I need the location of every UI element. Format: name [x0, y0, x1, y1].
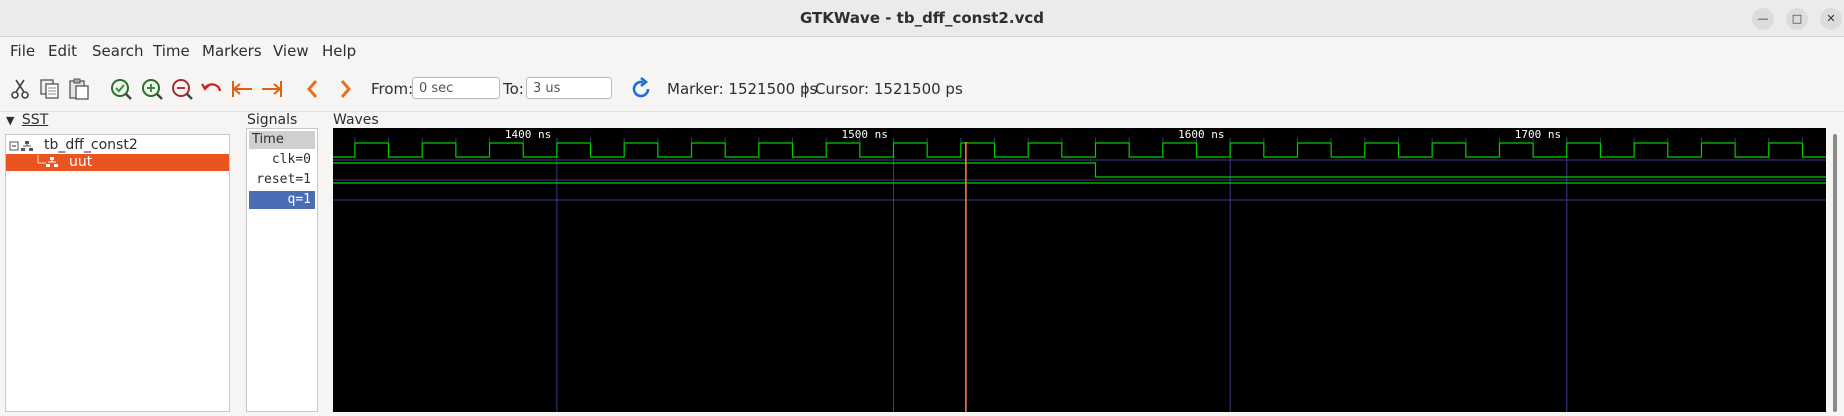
- menu-view[interactable]: View: [273, 42, 309, 60]
- zoom-out-icon[interactable]: [170, 77, 194, 101]
- close-icon[interactable]: ✕: [1820, 8, 1842, 30]
- title-bar: GTKWave - tb_dff_const2.vcd — □ ✕: [0, 0, 1844, 37]
- tree-item-tb-dff-const2[interactable]: tb_dff_const2: [6, 137, 229, 154]
- sst-title: SST: [21, 112, 49, 128]
- menu-edit[interactable]: Edit: [48, 42, 77, 60]
- menu-markers[interactable]: Markers: [202, 42, 262, 60]
- signal-row-reset[interactable]: reset=1: [249, 171, 315, 189]
- find-previous-edge-icon[interactable]: [301, 77, 325, 101]
- tree-item-label: tb_dff_const2: [44, 137, 138, 153]
- find-next-edge-icon[interactable]: [333, 77, 357, 101]
- maximize-icon[interactable]: □: [1786, 8, 1808, 30]
- tree-expander-icon[interactable]: [9, 139, 45, 153]
- reload-icon[interactable]: [629, 77, 653, 101]
- undo-zoom-icon[interactable]: [200, 77, 224, 101]
- minimize-icon[interactable]: —: [1752, 8, 1774, 30]
- copy-icon[interactable]: [38, 77, 62, 101]
- clk-trace: [333, 142, 1837, 158]
- signal-row-time[interactable]: Time: [249, 131, 315, 149]
- to-label: To:: [503, 80, 524, 98]
- signal-name: q: [287, 192, 296, 207]
- tree-item-label: uut: [69, 154, 93, 170]
- sst-tree[interactable]: tb_dff_const2 uut: [5, 134, 230, 412]
- cut-icon[interactable]: [8, 77, 32, 101]
- zoom-in-icon[interactable]: [140, 77, 164, 101]
- menu-file[interactable]: File: [10, 42, 35, 60]
- waveform-area[interactable]: 1400 ns 1500 ns 1600 ns 1700 ns: [333, 128, 1837, 412]
- marker-readout: Marker: 1521500 ps: [667, 80, 818, 98]
- collapse-triangle-icon[interactable]: ▼: [6, 114, 14, 127]
- scrollbar-thumb[interactable]: [1833, 134, 1837, 412]
- readout-separator: |: [803, 80, 809, 98]
- menu-help[interactable]: Help: [322, 42, 356, 60]
- signals-pane[interactable]: Time clk=0 reset=1 q=1: [246, 128, 318, 412]
- cursor-readout: Cursor: 1521500 ps: [815, 80, 963, 98]
- signal-value: 1: [303, 192, 311, 207]
- to-time-input[interactable]: [526, 77, 612, 99]
- signal-row-clk[interactable]: clk=0: [249, 151, 315, 169]
- tick-label: 1400 ns: [505, 128, 551, 141]
- zoom-to-start-icon[interactable]: [230, 77, 254, 101]
- signal-name: reset: [256, 172, 296, 187]
- paste-icon[interactable]: [67, 77, 91, 101]
- signal-row-q[interactable]: q=1: [249, 191, 315, 209]
- from-label: From:: [371, 80, 414, 98]
- menu-search[interactable]: Search: [92, 42, 144, 60]
- waveform-canvas[interactable]: 1400 ns 1500 ns 1600 ns 1700 ns: [333, 128, 1837, 412]
- signal-value: 1: [303, 172, 311, 187]
- tree-item-uut[interactable]: uut: [6, 154, 229, 171]
- signal-name: clk: [271, 152, 296, 167]
- signals-header: Signals: [247, 112, 298, 128]
- zoom-fit-icon[interactable]: [109, 77, 133, 101]
- waves-header: Waves: [333, 112, 379, 128]
- module-hierarchy-icon: [37, 155, 58, 167]
- menu-time[interactable]: Time: [153, 42, 190, 60]
- from-time-input[interactable]: [412, 77, 500, 99]
- zoom-to-end-icon[interactable]: [260, 77, 284, 101]
- menu-bar: File Edit Search Time Markers View Help: [0, 38, 1844, 64]
- signal-value: 0: [303, 152, 311, 167]
- tick-label: 1500 ns: [842, 128, 888, 141]
- tick-label: 1600 ns: [1178, 128, 1224, 141]
- toolbar: From: To: Marker: 1521500 ps | Cursor: 1…: [0, 66, 1844, 112]
- sst-header[interactable]: ▼ SST: [6, 112, 48, 128]
- window-title: GTKWave - tb_dff_const2.vcd: [800, 9, 1044, 27]
- vertical-scrollbar[interactable]: [1826, 128, 1844, 412]
- tick-label: 1700 ns: [1515, 128, 1561, 141]
